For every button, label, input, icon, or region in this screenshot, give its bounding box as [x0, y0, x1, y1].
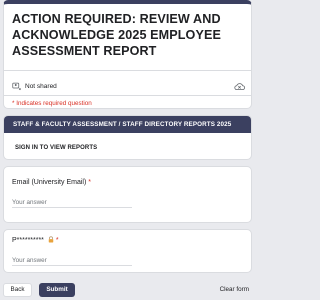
- back-button[interactable]: Back: [3, 283, 32, 297]
- account-switch-icon: [12, 82, 21, 90]
- form-page: ACTION REQUIRED: REVIEW AND ACKNOWLEDGE …: [0, 0, 255, 300]
- submit-button[interactable]: Submit: [39, 283, 75, 297]
- password-label-text: P**********: [12, 237, 44, 244]
- account-status: Not shared: [25, 82, 57, 90]
- email-label-text: Email (University Email): [12, 179, 87, 186]
- clear-form-button[interactable]: Clear form: [220, 286, 249, 293]
- lock-icon: [48, 236, 54, 243]
- section-header: STAFF & FACULTY ASSESSMENT / STAFF DIREC…: [4, 116, 251, 133]
- title-divider: [4, 70, 251, 71]
- required-star: *: [88, 179, 92, 186]
- email-field[interactable]: [12, 197, 132, 208]
- email-question-label: Email (University Email) *: [12, 179, 91, 186]
- required-note: * Indicates required question: [12, 100, 92, 107]
- password-question-label: P********** *: [12, 236, 59, 244]
- required-star: *: [55, 237, 59, 244]
- password-question-card: P********** *: [3, 229, 252, 273]
- section-card: STAFF & FACULTY ASSESSMENT / STAFF DIREC…: [3, 115, 252, 160]
- form-title-card: ACTION REQUIRED: REVIEW AND ACKNOWLEDGE …: [3, 0, 252, 109]
- password-field[interactable]: [12, 255, 132, 266]
- account-row: Not shared: [12, 80, 245, 92]
- section-description: SIGN IN TO VIEW REPORTS: [15, 145, 98, 151]
- email-question-card: Email (University Email) *: [3, 166, 252, 223]
- meta-divider: [4, 95, 251, 96]
- form-title: ACTION REQUIRED: REVIEW AND ACKNOWLEDGE …: [12, 12, 221, 58]
- cloud-off-icon[interactable]: [234, 82, 245, 91]
